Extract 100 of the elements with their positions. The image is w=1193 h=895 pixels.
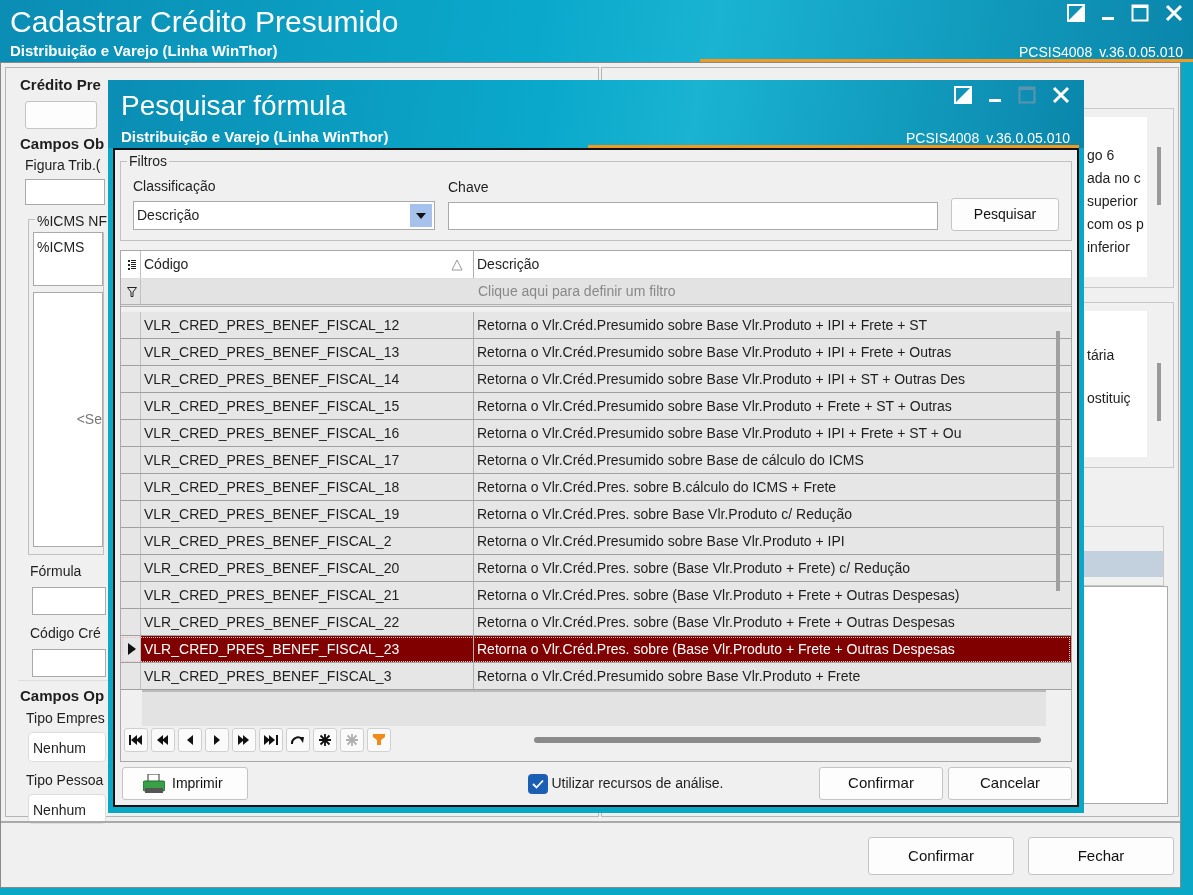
table-cell-text: Retorna o Vlr.Créd.Pres. sobre (Base Vlr.Produto + Frete) c/ Redução [476, 558, 912, 578]
scrollbar-thumb[interactable] [534, 737, 1041, 743]
classification-dropdown[interactable]: Descrição [133, 201, 435, 230]
field-label: Fórmula [30, 562, 82, 581]
text-line: tária [1087, 346, 1116, 365]
double-left-arrow-icon [157, 735, 169, 745]
table-cell: VLR_CRED_PRES_BENEF_FISCAL_20 [141, 555, 474, 581]
asterisk-icon [318, 733, 332, 747]
checkbox[interactable] [528, 773, 548, 794]
field-label: Classificação [133, 177, 217, 196]
refresh-button[interactable] [286, 728, 310, 752]
table-cell: VLR_CRED_PRES_BENEF_FISCAL_16 [141, 420, 474, 446]
table-row[interactable]: VLR_CRED_PRES_BENEF_FISCAL_12 Retorna o Vlr.Créd.Presumido sobre Base Vlr.Produto + IPI + Frete + ST [121, 312, 1071, 339]
table-cell-text: Retorna o Vlr.Créd.Pres. sobre Base Vlr.Produto c/ Redução [476, 504, 854, 524]
window-title: Cadastrar Crédito Presumido [10, 4, 399, 40]
close-icon[interactable] [1052, 86, 1070, 104]
asterisk-icon [345, 733, 359, 747]
table-cell-text: Retorna o Vlr.Créd.Presumido sobre Base Vlr.Produto + Frete + ST + Outras [476, 396, 953, 416]
filter-button[interactable] [367, 728, 391, 752]
window-button[interactable]: Fechar [1028, 837, 1174, 875]
select-field[interactable]: Nenhum [28, 793, 106, 824]
table-row[interactable]: VLR_CRED_PRES_BENEF_FISCAL_19 Retorna o Vlr.Créd.Pres. sobre Base Vlr.Produto c/ Redução [121, 501, 1071, 528]
current-row-icon [128, 643, 136, 655]
first-button[interactable] [124, 728, 148, 752]
insert-button[interactable] [313, 728, 337, 752]
table-row[interactable]: VLR_CRED_PRES_BENEF_FISCAL_21 Retorna o Vlr.Créd.Pres. sobre (Base Vlr.Produto + Frete + Outras Despesas) [121, 582, 1071, 609]
table-row[interactable]: VLR_CRED_PRES_BENEF_FISCAL_22 Retorna o Vlr.Créd.Pres. sobre (Base Vlr.Produto + Frete + Outras Despesas [121, 609, 1071, 636]
right-arrow-icon [214, 735, 220, 745]
table-cell-text: Retorna o Vlr.Créd.Pres. sobre B.cálculo do ICMS + Frete [476, 477, 838, 497]
table-row[interactable]: VLR_CRED_PRES_BENEF_FISCAL_14 Retorna o Vlr.Créd.Presumido sobre Base Vlr.Produto + IPI + ST + Outras Des [121, 366, 1071, 393]
printer-icon [143, 773, 165, 794]
scrollbar-thumb[interactable] [1056, 331, 1060, 591]
table-row[interactable]: VLR_CRED_PRES_BENEF_FISCAL_15 Retorna o Vlr.Créd.Presumido sobre Base Vlr.Produto + Frete + ST + Outras [121, 393, 1071, 420]
text-line: com os p [1087, 215, 1145, 234]
table-row[interactable]: VLR_CRED_PRES_BENEF_FISCAL_17 Retorna o Vlr.Créd.Presumido sobre Base de cálculo do ICMS [121, 447, 1071, 474]
program-code: PCSIS4008 [906, 128, 980, 148]
column-chooser-icon[interactable] [127, 258, 137, 271]
close-icon[interactable] [1165, 4, 1183, 22]
next-button[interactable] [205, 728, 229, 752]
double-right-arrow-icon [238, 735, 250, 745]
search-button[interactable]: Pesquisar [951, 198, 1059, 231]
column-header[interactable]: Código [141, 251, 474, 278]
window-title: Pesquisar fórmula [121, 89, 347, 123]
table-row[interactable]: VLR_CRED_PRES_BENEF_FISCAL_16 Retorna o Vlr.Créd.Presumido sobre Base Vlr.Produto + IPI + Frete + ST + Ou [121, 420, 1071, 447]
field-label: Chave [448, 178, 490, 197]
filter-icon [373, 734, 385, 746]
table-row[interactable]: VLR_CRED_PRES_BENEF_FISCAL_3 Retorna o Vlr.Créd.Presumido sobre Base Vlr.Produto + Frete [121, 663, 1071, 690]
field-label: Tipo Empres [26, 708, 105, 728]
table-cell-text: Retorna o Vlr.Créd.Presumido sobre Base Vlr.Produto + IPI + Frete + ST [476, 315, 929, 335]
select-value: Nenhum [33, 801, 86, 818]
table-row[interactable]: VLR_CRED_PRES_BENEF_FISCAL_18 Retorna o Vlr.Créd.Pres. sobre B.cálculo do ICMS + Frete [121, 474, 1071, 501]
print-button[interactable]: Imprimir [122, 767, 248, 800]
field-label: Código Cré [30, 624, 101, 643]
table-row[interactable]: VLR_CRED_PRES_BENEF_FISCAL_20 Retorna o Vlr.Créd.Pres. sobre (Base Vlr.Produto + Frete) c/ Redução [121, 555, 1071, 582]
skip-to-end-icon [264, 735, 278, 745]
scrollbar-thumb[interactable] [1157, 147, 1161, 205]
next-page-button[interactable] [232, 728, 256, 752]
key-field[interactable] [448, 202, 938, 230]
restore-icon[interactable] [954, 86, 972, 104]
section-title: Campos Op [20, 686, 105, 706]
table-cell-text: Retorna o Vlr.Créd.Pres. sobre (Base Vlr.Produto + Frete + Outras Despesas [476, 639, 956, 659]
table-cell-text: Retorna o Vlr.Créd.Pres. sobre (Base Vlr.Produto + Frete + Outras Despesas) [476, 585, 961, 605]
window-subtitle: Distribuição e Varejo (Linha WinThor) [121, 127, 389, 147]
table-cell: VLR_CRED_PRES_BENEF_FISCAL_13 [141, 339, 474, 365]
table-row[interactable]: VLR_CRED_PRES_BENEF_FISCAL_13 Retorna o Vlr.Créd.Presumido sobre Base Vlr.Produto + IPI + Frete + Outras [121, 339, 1071, 366]
column-header[interactable]: Descrição [474, 251, 1045, 278]
select-field[interactable]: Nenhum [28, 731, 106, 762]
prior-page-button[interactable] [151, 728, 175, 752]
window-button[interactable]: Confirmar [868, 837, 1014, 875]
check-icon [532, 778, 544, 789]
text-field[interactable] [32, 587, 106, 615]
text-line: go 6 [1087, 146, 1116, 165]
group-title: Filtros [128, 154, 169, 168]
prior-button[interactable] [178, 728, 202, 752]
table-row[interactable]: VLR_CRED_PRES_BENEF_FISCAL_23 Retorna o Vlr.Créd.Pres. sobre (Base Vlr.Produto + Frete + Outras Despesas [121, 636, 1071, 663]
text-line: ostituiç [1087, 389, 1132, 408]
program-code: PCSIS4008 [1019, 42, 1093, 62]
table-row[interactable]: VLR_CRED_PRES_BENEF_FISCAL_2 Retorna o Vlr.Créd.Presumido sobre Base Vlr.Produto + IPI [121, 528, 1071, 555]
refresh-icon [291, 735, 305, 745]
window-subtitle: Distribuição e Varejo (Linha WinThor) [10, 41, 278, 61]
table-cell: VLR_CRED_PRES_BENEF_FISCAL_17 [141, 447, 474, 473]
text-line: superior [1087, 192, 1139, 211]
scrollbar-thumb[interactable] [1157, 363, 1161, 421]
caret-icon [416, 212, 426, 219]
skip-to-start-icon [129, 735, 143, 745]
field-label: Tipo Pessoa [26, 770, 104, 790]
left-arrow-icon [187, 735, 193, 745]
dialog-button[interactable]: Cancelar [948, 767, 1072, 800]
dialog-button[interactable]: Confirmar [819, 767, 943, 800]
restore-icon[interactable] [1067, 4, 1085, 22]
text-field[interactable] [25, 179, 105, 205]
last-button[interactable] [259, 728, 283, 752]
table-cell-text: Retorna o Vlr.Créd.Presumido sobre Base Vlr.Produto + IPI + ST + Outras Des [476, 369, 967, 389]
text-line: ada no c [1087, 169, 1142, 188]
text-field[interactable] [32, 649, 106, 677]
table-cell-text: Retorna o Vlr.Créd.Presumido sobre Base Vlr.Produto + IPI [476, 531, 846, 551]
table-cell-text: Retorna o Vlr.Créd.Presumido sobre Base de cálculo do ICMS [476, 450, 865, 470]
version-label: v.36.0.05.010 [1099, 42, 1183, 62]
table-cell: VLR_CRED_PRES_BENEF_FISCAL_19 [141, 501, 474, 527]
table-cell: VLR_CRED_PRES_BENEF_FISCAL_23 [141, 636, 474, 662]
